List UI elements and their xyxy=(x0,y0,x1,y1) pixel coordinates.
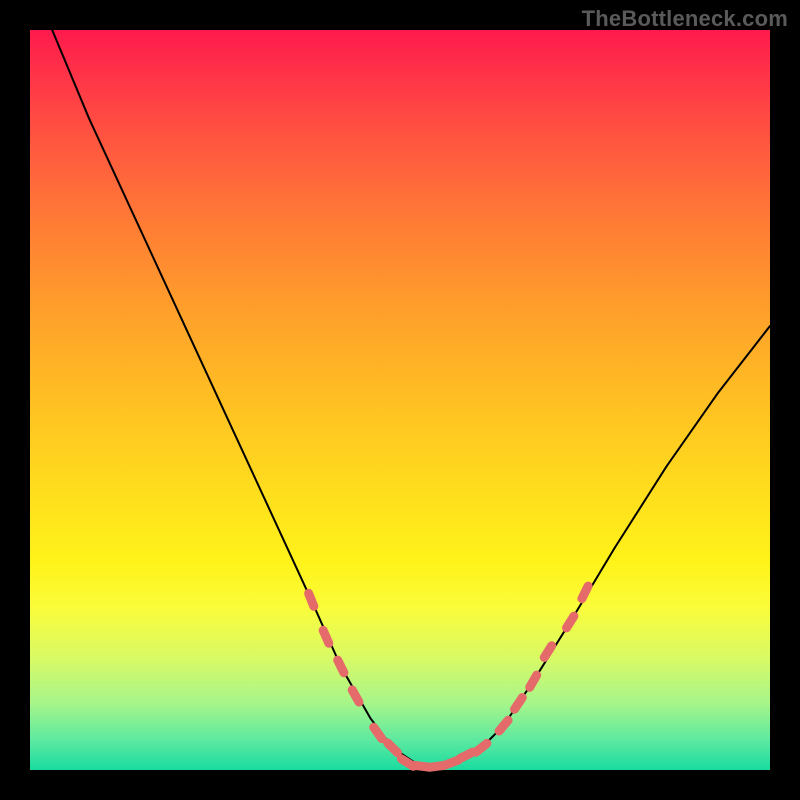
highlight-dot xyxy=(309,593,314,606)
highlight-dot xyxy=(374,727,382,738)
highlight-dot xyxy=(499,720,508,731)
highlight-dot xyxy=(515,698,523,710)
highlight-dot xyxy=(388,743,398,753)
highlight-dot xyxy=(544,646,551,658)
outer-frame: TheBottleneck.com xyxy=(0,0,800,800)
highlight-markers xyxy=(309,586,588,767)
watermark-text: TheBottleneck.com xyxy=(582,6,788,32)
highlight-dot xyxy=(338,660,344,673)
bottleneck-curve xyxy=(52,30,770,766)
highlight-dot xyxy=(476,743,487,752)
highlight-dot xyxy=(530,675,537,687)
highlight-dot xyxy=(323,630,329,643)
highlight-dot xyxy=(582,586,588,599)
highlight-dot xyxy=(567,616,574,628)
curve-svg xyxy=(30,30,770,770)
highlight-dot xyxy=(352,690,359,702)
highlight-dot xyxy=(445,760,458,765)
highlight-dot xyxy=(460,752,473,758)
